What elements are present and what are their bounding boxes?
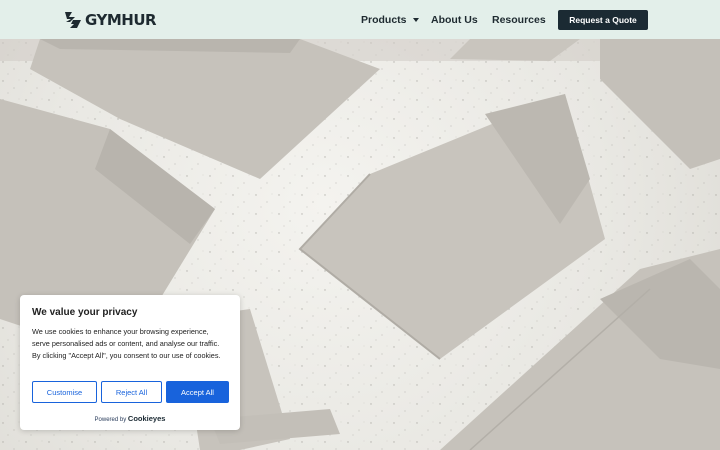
chevron-down-icon bbox=[412, 17, 419, 22]
cookie-actions: Customise Reject All Accept All bbox=[32, 381, 229, 403]
customise-button[interactable]: Customise bbox=[32, 381, 97, 403]
cookie-title: We value your privacy bbox=[32, 307, 138, 318]
brand-name: GYMHUR bbox=[85, 11, 157, 29]
powered-by: Powered by Cookieyes bbox=[20, 414, 240, 423]
reject-all-button[interactable]: Reject All bbox=[101, 381, 162, 403]
cookie-consent-banner: We value your privacy We use cookies to … bbox=[20, 295, 240, 430]
powered-by-label: Powered by bbox=[94, 417, 127, 423]
cookieyes-logo[interactable]: Cookieyes bbox=[128, 414, 166, 423]
gymhur-logo-icon bbox=[65, 12, 81, 28]
nav-products[interactable]: Products bbox=[361, 0, 419, 39]
nav-resources-label: Resources bbox=[492, 13, 546, 26]
nav-about-label: About Us bbox=[431, 13, 478, 26]
nav-about-us[interactable]: About Us bbox=[431, 0, 478, 39]
request-quote-button[interactable]: Request a Quote bbox=[558, 10, 648, 30]
brand-logo[interactable]: GYMHUR bbox=[64, 11, 157, 29]
nav-resources[interactable]: Resources bbox=[492, 0, 546, 39]
site-header: GYMHUR Products About Us Resources Reque… bbox=[0, 0, 720, 39]
nav-products-label: Products bbox=[361, 13, 407, 26]
cookie-description: We use cookies to enhance your browsing … bbox=[32, 327, 221, 360]
accept-all-button[interactable]: Accept All bbox=[166, 381, 229, 403]
